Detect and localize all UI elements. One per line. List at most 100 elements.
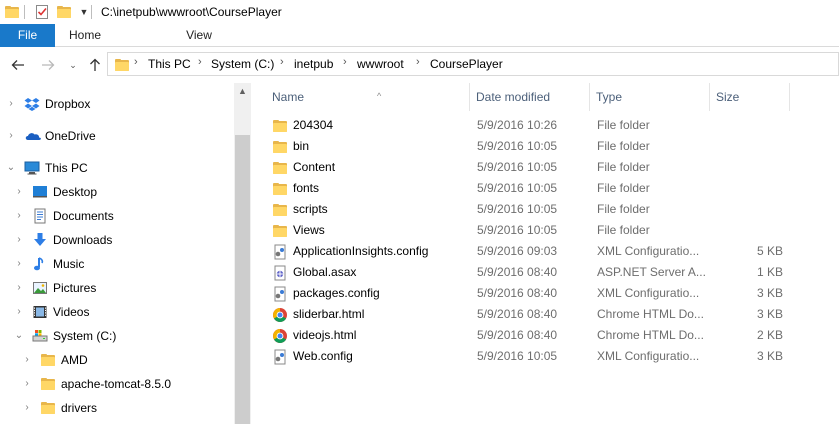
forward-button[interactable] (38, 55, 58, 75)
breadcrumb-inetpub[interactable]: inetpub (294, 57, 333, 71)
folder-icon (272, 223, 288, 239)
file-type: File folder (597, 160, 650, 174)
file-row[interactable]: videojs.html 5/9/2016 08:40 Chrome HTML … (251, 325, 839, 346)
file-row[interactable]: packages.config 5/9/2016 08:40 XML Confi… (251, 283, 839, 304)
config-file-icon (272, 349, 288, 365)
nav-item-this-pc[interactable]: ⌄ This PC (0, 157, 234, 179)
file-date: 5/9/2016 10:05 (477, 160, 558, 174)
tab-file[interactable]: File (0, 24, 55, 47)
nav-item-drivers[interactable]: › drivers (0, 397, 234, 419)
breadcrumb-separator-icon[interactable]: › (198, 56, 202, 68)
file-row[interactable]: Content 5/9/2016 10:05 File folder (251, 157, 839, 178)
nav-item-pictures[interactable]: › Pictures (0, 277, 234, 299)
column-header-size[interactable]: Size (710, 83, 790, 111)
scrollbar-thumb[interactable] (235, 135, 250, 424)
breadcrumb-separator-icon[interactable]: › (343, 56, 347, 68)
column-header-date[interactable]: Date modified (470, 83, 590, 111)
file-row[interactable]: scripts 5/9/2016 10:05 File folder (251, 199, 839, 220)
chevron-right-icon[interactable]: › (22, 379, 32, 389)
breadcrumb-separator-icon[interactable]: › (416, 56, 420, 68)
chevron-right-icon[interactable]: › (14, 259, 24, 269)
file-size: 3 KB (756, 286, 783, 300)
folder-icon[interactable] (4, 4, 20, 20)
breadcrumb-separator-icon[interactable]: › (134, 56, 138, 68)
file-date: 5/9/2016 10:26 (477, 118, 558, 132)
nav-item-apache-tomcat[interactable]: › apache-tomcat-8.5.0 (0, 373, 234, 395)
file-type: XML Configuratio... (597, 349, 700, 363)
file-type: Chrome HTML Do... (597, 307, 704, 321)
file-name: videojs.html (293, 328, 357, 342)
file-row[interactable]: bin 5/9/2016 10:05 File folder (251, 136, 839, 157)
file-name: bin (293, 139, 310, 153)
back-arrow-icon (11, 60, 24, 70)
tab-home[interactable]: Home (56, 24, 114, 47)
nav-label: Downloads (53, 233, 113, 247)
file-name: ApplicationInsights.config (293, 244, 429, 258)
chevron-down-icon[interactable]: ⌄ (6, 163, 16, 173)
column-header-label: Type (596, 90, 623, 104)
chevron-right-icon[interactable]: › (14, 211, 24, 221)
chevron-right-icon[interactable]: › (22, 355, 32, 365)
nav-item-system-c[interactable]: ⌄ System (C:) (0, 325, 234, 347)
onedrive-icon (24, 128, 41, 144)
nav-item-dropbox[interactable]: › Dropbox (0, 93, 234, 115)
file-row[interactable]: Web.config 5/9/2016 10:05 XML Configurat… (251, 346, 839, 367)
file-row[interactable]: Views 5/9/2016 10:05 File folder (251, 220, 839, 241)
chevron-right-icon[interactable]: › (14, 307, 24, 317)
file-type: File folder (597, 202, 650, 216)
breadcrumb-separator-icon[interactable]: › (280, 56, 284, 68)
pictures-icon (32, 280, 48, 296)
drive-icon (32, 328, 48, 344)
file-name: 204304 (293, 118, 334, 132)
properties-icon[interactable] (34, 4, 50, 20)
nav-item-music[interactable]: › Music (0, 253, 234, 275)
file-date: 5/9/2016 10:05 (477, 202, 558, 216)
nav-item-desktop[interactable]: › Desktop (0, 181, 234, 203)
nav-item-onedrive[interactable]: › OneDrive (0, 125, 234, 147)
chevron-right-icon[interactable]: › (22, 403, 32, 413)
nav-item-downloads[interactable]: › Downloads (0, 229, 234, 251)
documents-icon (32, 208, 48, 224)
dropbox-icon (24, 96, 40, 112)
file-size: 5 KB (756, 244, 783, 258)
file-row[interactable]: Global.asax 5/9/2016 08:40 ASP.NET Serve… (251, 262, 839, 283)
file-row[interactable]: ApplicationInsights.config 5/9/2016 09:0… (251, 241, 839, 262)
column-header-type[interactable]: Type (590, 83, 710, 111)
folder-icon (272, 202, 288, 218)
nav-item-amd[interactable]: › AMD (0, 349, 234, 371)
breadcrumb-this-pc[interactable]: This PC (148, 57, 191, 71)
new-folder-icon[interactable] (56, 4, 72, 20)
breadcrumb-system-c[interactable]: System (C:) (211, 57, 274, 71)
chrome-html-icon (272, 307, 288, 323)
navigation-scrollbar[interactable]: ▲ (234, 83, 251, 424)
chevron-right-icon[interactable]: › (6, 99, 16, 109)
nav-label: System (C:) (53, 329, 117, 343)
customize-toolbar-icon[interactable]: ▼ (76, 4, 92, 20)
chevron-right-icon[interactable]: › (14, 235, 24, 245)
back-button[interactable] (8, 55, 28, 75)
file-type: File folder (597, 139, 650, 153)
chevron-right-icon[interactable]: › (6, 131, 16, 141)
file-row[interactable]: sliderbar.html 5/9/2016 08:40 Chrome HTM… (251, 304, 839, 325)
chevron-down-icon[interactable]: ⌄ (14, 331, 24, 341)
title-bar: ▼ C:\inetpub\wwwroot\CoursePlayer (0, 0, 839, 24)
scroll-up-arrow-icon[interactable]: ▲ (234, 83, 251, 100)
column-header-name[interactable]: ^ Name (266, 83, 470, 111)
nav-label: OneDrive (45, 129, 96, 143)
breadcrumb-courseplayer[interactable]: CoursePlayer (430, 57, 503, 71)
file-row[interactable]: 204304 5/9/2016 10:26 File folder (251, 115, 839, 136)
chevron-right-icon[interactable]: › (14, 187, 24, 197)
chevron-right-icon[interactable]: › (14, 283, 24, 293)
file-type: XML Configuratio... (597, 286, 700, 300)
file-list: ^ Name Date modified Type Size 204304 5/… (251, 83, 839, 424)
address-bar[interactable]: › This PC › System (C:) › inetpub › wwwr… (107, 52, 839, 76)
tab-view[interactable]: View (170, 24, 228, 47)
nav-label: Pictures (53, 281, 97, 295)
up-button[interactable] (85, 55, 105, 75)
nav-item-documents[interactable]: › Documents (0, 205, 234, 227)
breadcrumb-wwwroot[interactable]: wwwroot (357, 57, 404, 71)
file-row[interactable]: fonts 5/9/2016 10:05 File folder (251, 178, 839, 199)
nav-item-videos[interactable]: › Videos (0, 301, 234, 323)
file-size: 2 KB (756, 328, 783, 342)
recent-locations-button[interactable]: ⌄ (63, 55, 83, 75)
